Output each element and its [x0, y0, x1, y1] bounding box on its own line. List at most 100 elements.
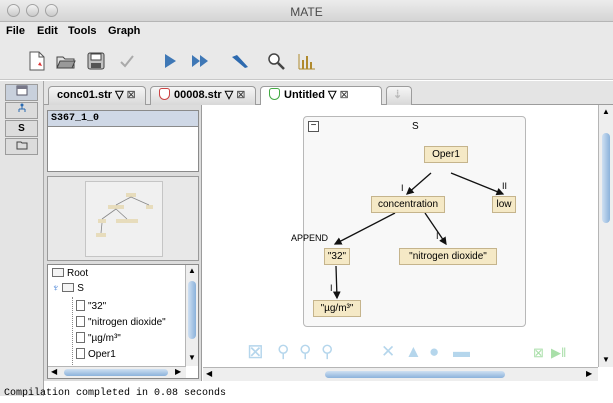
menu-edit[interactable]: Edit [37, 25, 58, 37]
new-tab-button[interactable]: ⇣ [386, 86, 412, 105]
edge-label: II [502, 181, 508, 191]
tab-label: 00008.str [174, 89, 222, 101]
scroll-left-arrow[interactable]: ◀ [206, 369, 212, 378]
folder-icon [52, 268, 64, 277]
scroll-up-arrow[interactable]: ▲ [602, 107, 610, 116]
graph-overview[interactable] [47, 176, 199, 261]
play-icon[interactable] [160, 51, 180, 71]
menu-tools[interactable]: Tools [68, 25, 97, 37]
tree-guide [72, 297, 73, 367]
menu-graph[interactable]: Graph [108, 25, 140, 37]
open-icon[interactable] [56, 51, 76, 71]
dropdown-icon[interactable]: ▽ [222, 89, 233, 101]
edge-oper1-low [450, 172, 505, 196]
tree-vscroll[interactable]: ▲ ▼ [185, 265, 198, 366]
close-tab-icon[interactable]: ⊠ [339, 89, 348, 101]
folder-icon [62, 283, 75, 292]
step-icon[interactable] [230, 51, 250, 71]
status-bar: Compilation completed in 0.08 seconds [4, 388, 227, 399]
chart-icon[interactable] [297, 51, 317, 71]
node-nitrogen-dioxide[interactable]: "nitrogen dioxide" [399, 248, 497, 265]
node-ugm3[interactable]: "µg/m³" [313, 300, 361, 317]
title-bar: MATE [0, 0, 613, 22]
edge-concentration-32 [333, 212, 396, 245]
canvas-hscroll-thumb[interactable] [325, 371, 505, 378]
structure-tree[interactable]: Root ♆ S "32" "nitrogen dioxide" "µg/m³"… [47, 264, 199, 379]
export-icon[interactable]: ⊠ [533, 345, 544, 361]
canvas-hscroll[interactable]: ◀ ▶ [203, 367, 598, 381]
node-low[interactable]: low [492, 196, 516, 213]
tree-node-32[interactable]: "32" [76, 300, 106, 312]
tree-icon [18, 103, 25, 112]
tab-folder-view[interactable] [5, 138, 38, 155]
tree-hscroll-thumb[interactable] [64, 369, 168, 376]
menu-file[interactable]: File [6, 25, 25, 37]
scroll-up-arrow[interactable]: ▲ [188, 266, 196, 275]
edge-label: I [436, 231, 439, 241]
tree-node-root[interactable]: Root [52, 268, 88, 279]
scroll-down-arrow[interactable]: ▼ [188, 353, 196, 362]
document-tabs: conc01.str ▽ ⊠ 00008.str ▽ ⊠ Untitled ▽ ⊠ ⇣ [44, 81, 613, 105]
tree-node-nitrogen-dioxide[interactable]: "nitrogen dioxide" [76, 316, 166, 328]
expand-icon[interactable]: ♆ [52, 283, 62, 294]
graph-edges [332, 172, 505, 300]
canvas-vscroll-thumb[interactable] [602, 133, 610, 223]
file-icon [76, 348, 85, 359]
zoom-reset-icon[interactable]: ⚲ [321, 342, 333, 362]
tab-00008[interactable]: 00008.str ▽ ⊠ [150, 86, 256, 105]
search-icon[interactable] [266, 51, 286, 71]
scroll-left-arrow[interactable]: ◀ [51, 367, 57, 376]
tab-label: conc01.str [57, 89, 113, 101]
close-tab-icon[interactable]: ⊠ [127, 89, 136, 101]
tree-node-oper1[interactable]: Oper1 [76, 348, 116, 360]
edge-oper1-concentration [406, 172, 432, 195]
edge-label: I [401, 183, 404, 193]
zoom-out-icon[interactable]: ⚲ [299, 342, 311, 362]
scroll-down-arrow[interactable]: ▼ [602, 355, 610, 364]
node-concentration[interactable]: concentration [371, 196, 445, 213]
scroll-right-arrow[interactable]: ▶ [586, 369, 592, 378]
fast-forward-icon[interactable] [190, 51, 210, 71]
file-icon [76, 332, 85, 343]
node-oper1[interactable]: Oper1 [424, 146, 468, 163]
side-tabs: S [0, 81, 44, 396]
save-icon[interactable] [86, 51, 106, 71]
sequence-list[interactable]: S367_1_0 [47, 110, 199, 172]
edge-label: APPEND [291, 233, 329, 243]
tree-node-s[interactable]: ♆ S [52, 283, 84, 294]
graph-toolbar: ⊠ ⚲ ⚲ ⚲ ✕ ▲ ● ▬ ⊠ ▶ǁ [245, 338, 585, 364]
shapes-icon[interactable]: ▲ [405, 342, 422, 362]
node-32[interactable]: "32" [324, 248, 350, 265]
close-tab-icon[interactable]: ⊠ [236, 89, 245, 101]
shield-icon [269, 88, 280, 100]
tab-s[interactable]: S [5, 120, 38, 137]
scroll-right-arrow[interactable]: ▶ [175, 367, 181, 376]
delete-icon[interactable]: ✕ [381, 342, 395, 362]
play-graph-icon[interactable]: ▶ǁ [551, 345, 566, 361]
paint-icon[interactable]: ● [429, 342, 439, 362]
file-icon [76, 300, 85, 311]
canvas-vscroll[interactable]: ▲ ▼ [598, 105, 613, 367]
window-title: MATE [290, 5, 323, 19]
dropdown-icon[interactable]: ▽ [325, 89, 336, 101]
sequence-item-selected[interactable]: S367_1_0 [48, 111, 198, 127]
fit-icon[interactable]: ⊠ [247, 339, 264, 364]
check-icon[interactable] [117, 51, 137, 71]
new-document-icon[interactable] [27, 51, 47, 71]
zoom-in-icon[interactable]: ⚲ [277, 342, 289, 362]
tab-conc01[interactable]: conc01.str ▽ ⊠ [48, 86, 146, 105]
tree-hscroll[interactable]: ◀ ▶ [48, 366, 186, 378]
tab-window-view[interactable] [5, 84, 38, 101]
tree-vscroll-thumb[interactable] [188, 281, 196, 339]
toolbar [0, 42, 613, 80]
shield-icon [159, 88, 170, 100]
tab-tree-view[interactable] [5, 102, 38, 119]
edge-32-ugm3 [332, 265, 341, 300]
window-icon [16, 85, 27, 96]
panel-icon[interactable]: ▬ [453, 342, 470, 362]
overview-thumbnail [96, 193, 153, 237]
tab-label: Untitled [284, 89, 325, 101]
tree-node-ugm3[interactable]: "µg/m³" [76, 332, 121, 344]
dropdown-icon[interactable]: ▽ [112, 89, 123, 101]
tab-untitled[interactable]: Untitled ▽ ⊠ [260, 86, 382, 105]
